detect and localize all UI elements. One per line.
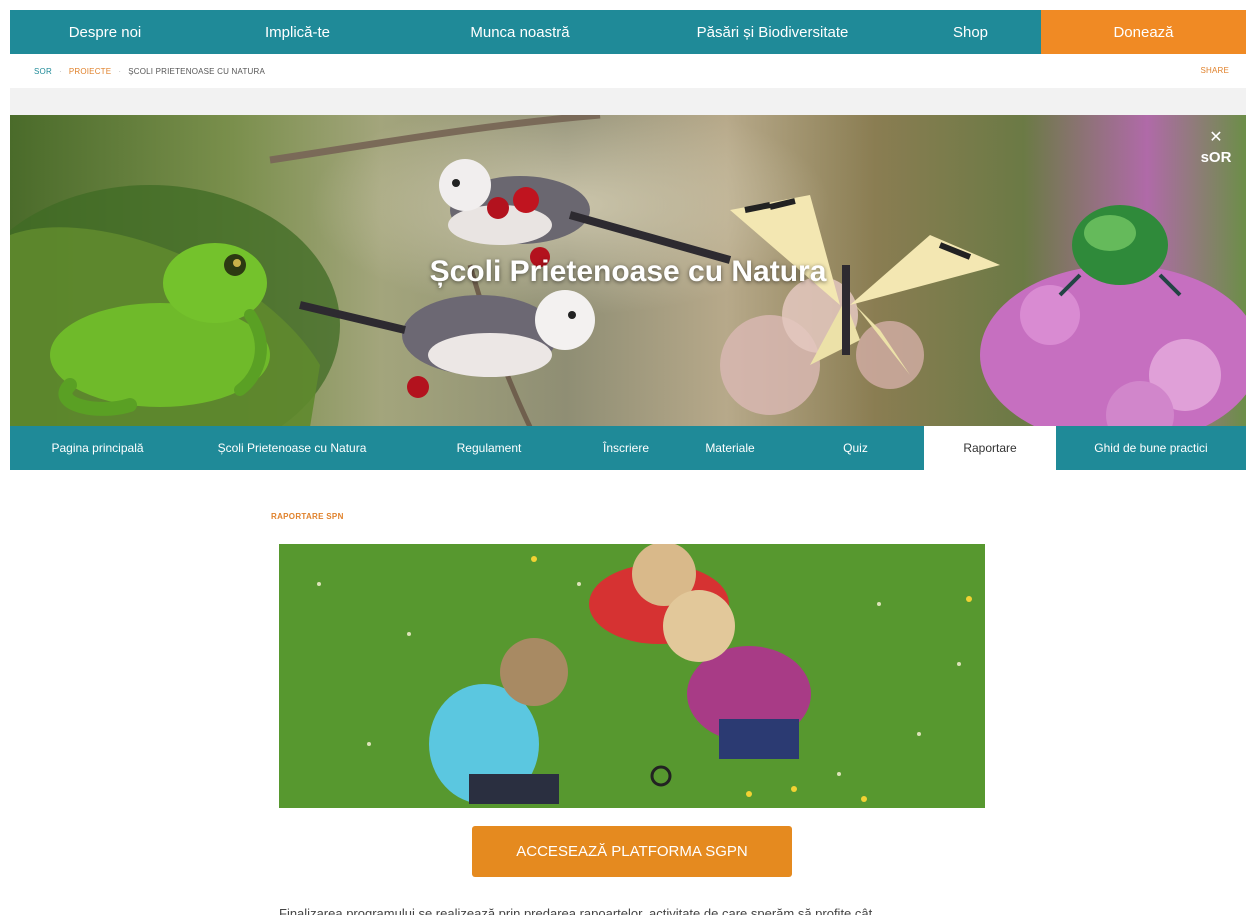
access-platform-button[interactable]: ACCESEAZĂ PLATFORMA SGPN (472, 826, 792, 877)
tab-regulament[interactable]: Regulament (399, 426, 579, 470)
intro-paragraph: Finalizarea programului se realizează pr… (279, 906, 873, 915)
lilac-illustration (980, 265, 1246, 427)
logo-text: sOR (1200, 149, 1232, 166)
top-navigation: Despre noi Implică-te Munca noastră Păsă… (10, 10, 1246, 54)
tab-scoli-prietenoase[interactable]: Școli Prietenoase cu Natura (185, 426, 399, 470)
children-photo (279, 544, 985, 808)
tab-raportare[interactable]: Raportare (924, 426, 1056, 470)
share-link[interactable]: SHARE (1200, 66, 1229, 75)
breadcrumb-proiecte[interactable]: PROIECTE (69, 67, 112, 76)
breadcrumb: SOR · PROIECTE · ȘCOLI PRIETENOASE CU NA… (10, 54, 1246, 88)
breadcrumb-home[interactable]: SOR (34, 67, 52, 76)
page: Despre noi Implică-te Munca noastră Păsă… (0, 0, 1246, 915)
nav-implica-te[interactable]: Implică-te (200, 10, 395, 54)
nav-despre-noi[interactable]: Despre noi (10, 10, 200, 54)
donate-button[interactable]: Donează (1041, 10, 1246, 54)
tab-pagina-principala[interactable]: Pagina principală (10, 426, 185, 470)
tab-ghid-bune-practici[interactable]: Ghid de bune practici (1056, 426, 1246, 470)
sor-logo[interactable]: ✕ sOR (1196, 127, 1236, 173)
nav-munca-noastra[interactable]: Munca noastră (395, 10, 645, 54)
hero-banner: Școli Prietenoase cu Natura ✕ sOR (10, 115, 1246, 427)
children-photo-illustration (279, 544, 985, 808)
breadcrumb-current: ȘCOLI PRIETENOASE CU NATURA (128, 66, 266, 76)
breadcrumb-separator: · (58, 66, 62, 76)
spacer-band (10, 88, 1246, 115)
breadcrumb-separator: · (118, 66, 122, 76)
project-navigation: Pagina principală Școli Prietenoase cu N… (10, 426, 1246, 470)
tab-materiale[interactable]: Materiale (673, 426, 787, 470)
tab-inscriere[interactable]: Înscriere (579, 426, 673, 470)
nav-shop[interactable]: Shop (900, 10, 1041, 54)
bird-logo-icon: ✕ (1209, 129, 1223, 146)
section-label: RAPORTARE SPN (271, 512, 344, 521)
nav-pasari-biodiversitate[interactable]: Păsări și Biodiversitate (645, 10, 900, 54)
tab-quiz[interactable]: Quiz (787, 426, 924, 470)
hero-title: Școli Prietenoase cu Natura (429, 255, 827, 288)
